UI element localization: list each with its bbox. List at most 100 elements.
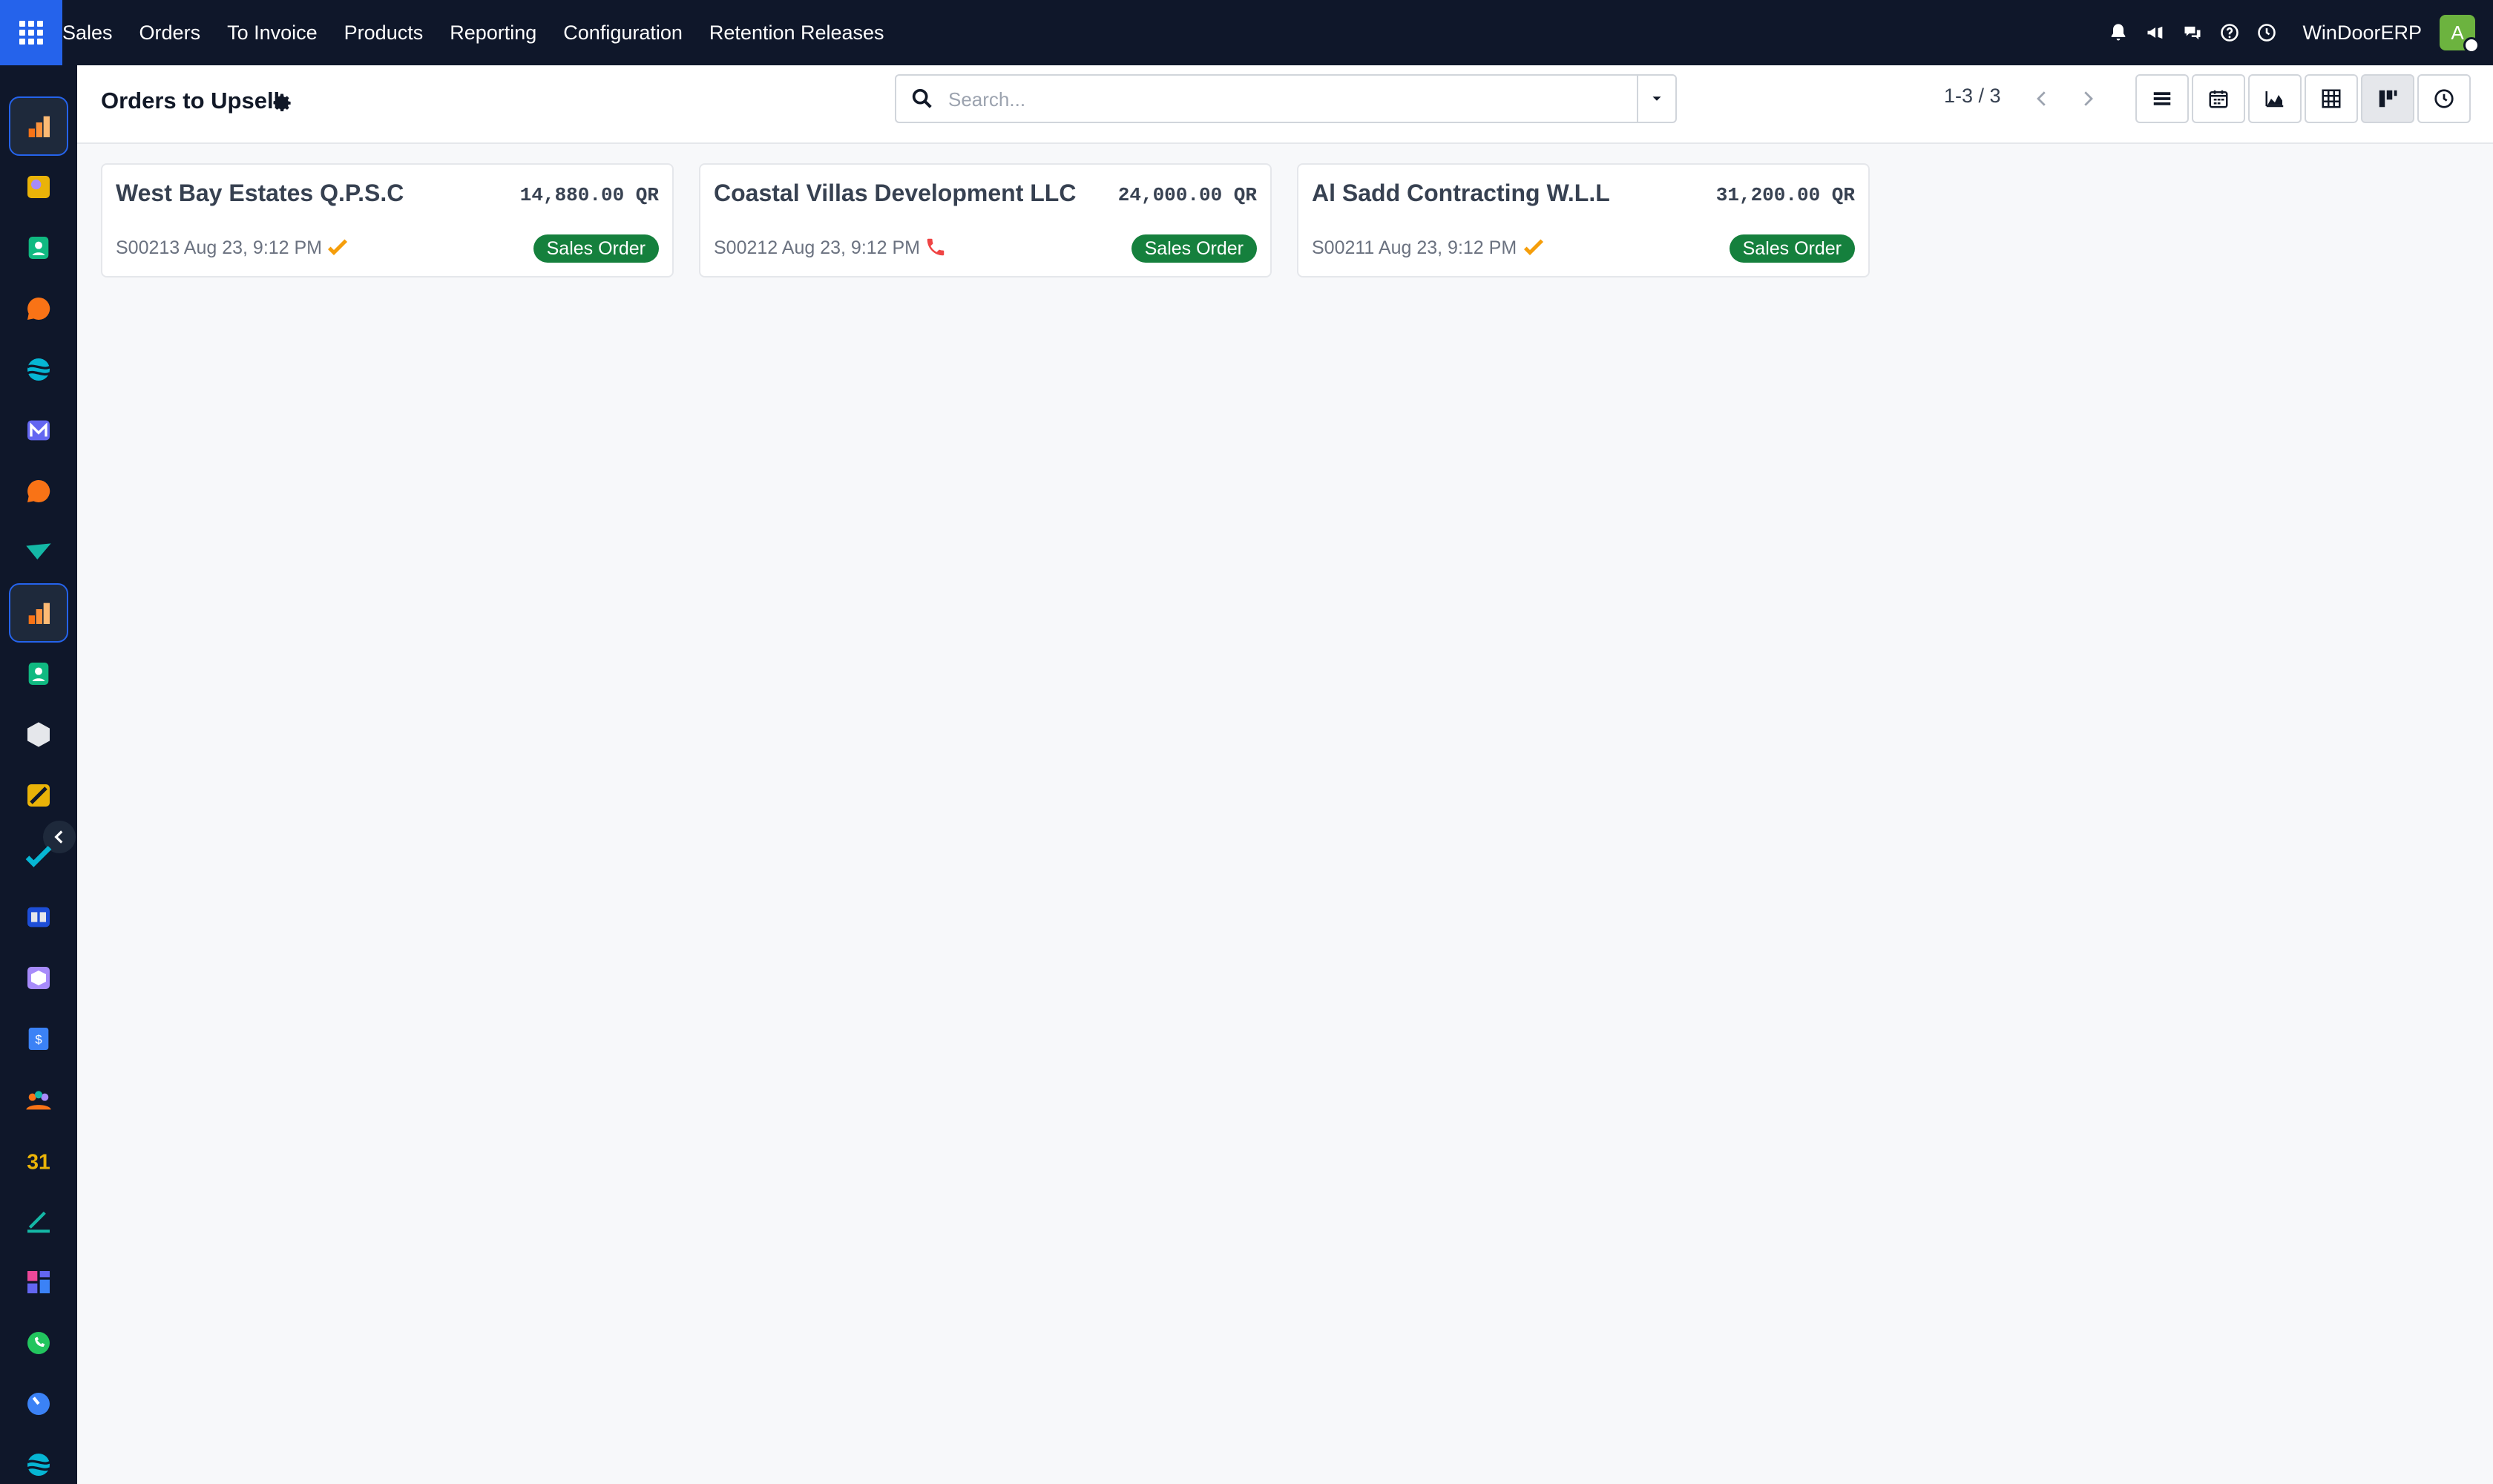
sales-chart-icon	[28, 116, 50, 137]
table-icon	[2322, 89, 2341, 108]
website-icon	[27, 358, 50, 381]
sidebar-app-website[interactable]	[9, 1435, 68, 1484]
card-amount: 14,880.00 QR	[519, 184, 659, 206]
sidebar-app-employees[interactable]	[9, 644, 68, 703]
svg-text:$: $	[35, 1033, 42, 1047]
kanban-card[interactable]: Al Sadd Contracting W.L.L 31,200.00 QR S…	[1297, 163, 1870, 278]
card-date: Aug 23, 9:12 PM	[183, 237, 323, 258]
sidebar-app-calendar[interactable]: 31	[9, 1131, 68, 1190]
page-title: Orders to Upsell	[101, 88, 280, 114]
check-icon[interactable]	[1523, 236, 1545, 258]
calendar-view-button[interactable]	[2192, 74, 2245, 123]
search-icon[interactable]	[910, 86, 935, 111]
top-navbar: Sales Orders To Invoice Products Reporti…	[0, 0, 2493, 65]
pager-previous-button[interactable]	[2020, 76, 2064, 122]
megaphone-icon[interactable]	[2138, 15, 2173, 50]
livechat-icon	[27, 479, 50, 502]
sidebar-app-knowledge[interactable]	[9, 887, 68, 947]
sidebar-app-purchase[interactable]	[9, 948, 68, 1008]
area-chart-icon	[2265, 91, 2284, 108]
sidebar-app-contacts[interactable]	[9, 218, 68, 278]
card-amount: 24,000.00 QR	[1117, 184, 1257, 206]
sidebar-app-invoicing[interactable]: $	[9, 1009, 68, 1068]
card-reference: S00211	[1312, 237, 1375, 258]
sidebar-app-discuss[interactable]	[9, 279, 68, 338]
invoicing-icon: $	[28, 1028, 49, 1050]
menu-item-retention-releases[interactable]: Retention Releases	[709, 22, 884, 45]
main-menu: Sales Orders To Invoice Products Reporti…	[62, 0, 911, 65]
pivot-view-button[interactable]	[2305, 74, 2358, 123]
email-marketing-icon	[27, 420, 50, 441]
apps-menu-button[interactable]	[0, 0, 62, 65]
menu-item-to-invoice[interactable]: To Invoice	[227, 22, 318, 45]
sidebar-app-website[interactable]	[9, 340, 68, 399]
menu-item-products[interactable]: Products	[344, 22, 424, 45]
caret-down-icon	[1652, 96, 1661, 101]
help-icon[interactable]	[2212, 15, 2247, 50]
card-reference-date: S00212 Aug 23, 9:12 PM	[714, 237, 920, 259]
systray: WinDoorERP A	[2099, 0, 2480, 65]
sidebar-app-crm[interactable]	[9, 522, 68, 582]
bell-icon[interactable]	[2101, 15, 2136, 50]
avatar-initial: A	[2451, 21, 2464, 44]
sidebar-app-dashboard[interactable]	[9, 1252, 68, 1312]
pager-next-button[interactable]	[2066, 76, 2110, 122]
card-partner-name: West Bay Estates Q.P.S.C	[116, 180, 404, 206]
card-partner-name: Coastal Villas Development LLC	[714, 180, 1077, 206]
chat-icon[interactable]	[2175, 15, 2210, 50]
chevron-left-icon	[2037, 91, 2046, 106]
app-sidebar: $31	[0, 65, 77, 1484]
menu-item-orders[interactable]: Orders	[139, 22, 201, 45]
kanban-icon	[2379, 90, 2397, 108]
list-view-button[interactable]	[2135, 74, 2189, 123]
check-icon[interactable]	[326, 236, 349, 258]
sidebar-app-sales-chart[interactable]	[9, 583, 68, 643]
kanban-card[interactable]: Coastal Villas Development LLC 24,000.00…	[699, 163, 1272, 278]
sidebar-app-livechat[interactable]	[9, 462, 68, 521]
kanban-card[interactable]: West Bay Estates Q.P.S.C 14,880.00 QR S0…	[101, 163, 674, 278]
activity-view-button[interactable]	[2417, 74, 2471, 123]
palette-icon	[27, 176, 50, 198]
status-badge: Sales Order	[1131, 234, 1257, 263]
timer-icon	[27, 1393, 50, 1415]
contacts-icon	[28, 237, 49, 259]
clock-icon[interactable]	[2249, 15, 2285, 50]
menu-item-reporting[interactable]: Reporting	[450, 22, 536, 45]
sidebar-app-inventory[interactable]	[9, 705, 68, 764]
sidebar-app-timer[interactable]	[9, 1374, 68, 1434]
sidebar-app-whatsapp[interactable]	[9, 1313, 68, 1373]
chevron-right-icon	[2084, 91, 2093, 106]
sidebar-app-email-marketing[interactable]	[9, 401, 68, 460]
view-switcher	[2135, 74, 2474, 123]
status-badge: Sales Order	[1729, 234, 1855, 263]
sidebar-app-studio[interactable]	[9, 766, 68, 825]
sidebar-app-team[interactable]	[9, 1070, 68, 1129]
sidebar-app-sales-chart[interactable]	[9, 96, 68, 156]
status-badge: Sales Order	[533, 234, 659, 263]
menu-brand-sales[interactable]: Sales	[62, 22, 113, 45]
menu-item-configuration[interactable]: Configuration	[563, 22, 683, 45]
website-icon	[27, 1454, 50, 1476]
company-switcher[interactable]: WinDoorERP	[2302, 22, 2422, 45]
svg-text:31: 31	[27, 1151, 50, 1175]
card-reference: S00213	[116, 237, 180, 258]
pager-value[interactable]: 1-3 / 3	[1944, 85, 2001, 108]
control-panel: Orders to Upsell 1-3 / 3	[77, 65, 2493, 144]
phone-icon[interactable]	[924, 236, 947, 258]
graph-view-button[interactable]	[2248, 74, 2302, 123]
gear-icon[interactable]	[272, 92, 294, 114]
sidebar-app-palette[interactable]	[9, 157, 68, 217]
clock-icon	[2434, 89, 2454, 108]
whatsapp-icon	[27, 1332, 50, 1354]
purchase-icon	[27, 967, 50, 989]
employees-icon	[28, 663, 49, 685]
sidebar-app-sign[interactable]	[9, 1192, 68, 1251]
kanban-view-button[interactable]	[2361, 74, 2414, 123]
search-input[interactable]	[948, 85, 1616, 114]
card-date: Aug 23, 9:12 PM	[1378, 237, 1517, 258]
project-icon	[25, 845, 52, 867]
user-avatar[interactable]: A	[2440, 15, 2480, 53]
search-options-toggle[interactable]	[1637, 76, 1675, 122]
card-reference: S00212	[714, 237, 778, 258]
sidebar-app-project[interactable]	[9, 827, 68, 886]
